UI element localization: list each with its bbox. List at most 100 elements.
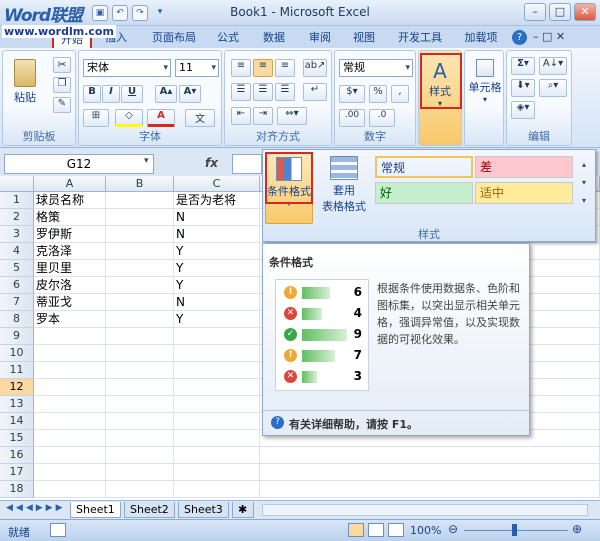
cell[interactable] (106, 209, 174, 226)
cell[interactable] (260, 481, 600, 498)
tab-review[interactable]: 审阅 (302, 29, 338, 48)
cell-style-bad[interactable]: 差 (475, 156, 573, 178)
cell[interactable]: 罗伊斯 (34, 226, 106, 243)
currency-icon[interactable]: $▾ (339, 85, 365, 103)
format-as-table-button[interactable]: 套用 表格格式 (317, 152, 371, 224)
cell[interactable]: 球员名称 (34, 192, 106, 209)
increase-indent-icon[interactable]: ⇥ (253, 107, 273, 125)
insert-sheet-icon[interactable]: ✱ (232, 502, 254, 518)
cell[interactable]: 皮尔洛 (34, 277, 106, 294)
cell[interactable] (174, 464, 260, 481)
cell[interactable] (174, 447, 260, 464)
cell[interactable] (34, 396, 106, 413)
cell-style-normal[interactable]: 常规 (375, 156, 473, 178)
cell[interactable] (34, 362, 106, 379)
row-header[interactable]: 17 (0, 464, 34, 481)
align-center-icon[interactable]: ☰ (253, 83, 273, 101)
zoom-slider-thumb[interactable] (512, 524, 517, 536)
wrap-text-icon[interactable]: ↵ (303, 83, 327, 101)
row-header[interactable]: 8 (0, 311, 34, 328)
borders-icon[interactable]: ⊞ (83, 109, 109, 127)
cell[interactable] (174, 481, 260, 498)
cell[interactable] (106, 226, 174, 243)
align-top-icon[interactable]: ≡ (231, 59, 251, 77)
row-header[interactable]: 9 (0, 328, 34, 345)
maximize-button[interactable]: □ (549, 3, 571, 21)
horizontal-scrollbar[interactable] (262, 504, 588, 516)
cell[interactable]: Y (174, 243, 260, 260)
sheet-nav-arrows[interactable]: ◀◀◀▶▶▶ (6, 503, 66, 513)
tab-page-layout[interactable]: 页面布局 (146, 29, 202, 48)
cell[interactable] (106, 464, 174, 481)
row-header[interactable]: 11 (0, 362, 34, 379)
cell-style-good[interactable]: 好 (375, 182, 473, 204)
row-header[interactable]: 2 (0, 209, 34, 226)
row-header[interactable]: 14 (0, 413, 34, 430)
cell[interactable] (34, 430, 106, 447)
sort-filter-icon[interactable]: A↓▾ (539, 57, 567, 75)
page-layout-view-icon[interactable] (368, 523, 384, 537)
merge-center-icon[interactable]: ⇔▾ (277, 107, 307, 125)
cell[interactable] (174, 430, 260, 447)
cell[interactable] (260, 464, 600, 481)
cell[interactable] (106, 328, 174, 345)
row-header[interactable]: 12 (0, 379, 34, 396)
underline-button[interactable]: U (121, 85, 143, 103)
row-header[interactable]: 5 (0, 260, 34, 277)
cell[interactable] (174, 328, 260, 345)
find-select-icon[interactable]: ⌕▾ (539, 79, 567, 97)
zoom-in-icon[interactable]: ⊕ (572, 522, 582, 536)
cells-button[interactable]: 单元格 ▾ (467, 55, 503, 111)
cell[interactable] (106, 192, 174, 209)
percent-icon[interactable]: % (369, 85, 387, 103)
row-header[interactable]: 13 (0, 396, 34, 413)
shrink-font-icon[interactable]: A▾ (179, 85, 201, 103)
row-header[interactable]: 16 (0, 447, 34, 464)
name-box[interactable]: G12 (4, 154, 154, 174)
row-header[interactable]: 15 (0, 430, 34, 447)
column-header[interactable]: B (106, 176, 174, 192)
page-break-view-icon[interactable] (388, 523, 404, 537)
cell[interactable] (106, 243, 174, 260)
cell[interactable]: 是否为老将 (174, 192, 260, 209)
cell[interactable] (260, 447, 600, 464)
align-bottom-icon[interactable]: ≡ (275, 59, 295, 77)
paste-button[interactable]: 粘贴 (9, 57, 41, 109)
font-name-combo[interactable]: 宋体 (83, 59, 171, 77)
decrease-decimal-icon[interactable]: .0 (369, 109, 395, 127)
tab-data[interactable]: 数据 (256, 29, 292, 48)
align-left-icon[interactable]: ☰ (231, 83, 251, 101)
cell[interactable] (34, 464, 106, 481)
cell[interactable]: 克洛泽 (34, 243, 106, 260)
cell[interactable] (34, 413, 106, 430)
cut-icon[interactable]: ✂ (53, 57, 71, 73)
column-header[interactable]: A (34, 176, 106, 192)
cell[interactable]: 格策 (34, 209, 106, 226)
align-right-icon[interactable]: ☰ (275, 83, 295, 101)
grow-font-icon[interactable]: A▴ (155, 85, 177, 103)
close-button[interactable]: ✕ (574, 3, 596, 21)
cell[interactable] (106, 379, 174, 396)
row-header[interactable]: 7 (0, 294, 34, 311)
italic-button[interactable]: I (102, 85, 120, 103)
clear-icon[interactable]: ◈▾ (511, 101, 535, 119)
fill-icon[interactable]: ⬇▾ (511, 79, 535, 97)
cell[interactable] (174, 362, 260, 379)
cell[interactable] (106, 481, 174, 498)
increase-decimal-icon[interactable]: .00 (339, 109, 365, 127)
name-box-dropdown-icon[interactable]: ▾ (144, 156, 149, 166)
gallery-scroll[interactable]: ▴ ▾ ▾ (577, 156, 591, 214)
cell[interactable]: 蒂亚戈 (34, 294, 106, 311)
row-header[interactable]: 1 (0, 192, 34, 209)
cell[interactable]: Y (174, 311, 260, 328)
phonetic-icon[interactable]: 文 (185, 109, 215, 127)
tab-developer[interactable]: 开发工具 (392, 29, 448, 48)
cell[interactable] (106, 345, 174, 362)
copy-icon[interactable]: ❐ (53, 77, 71, 93)
cell[interactable] (106, 311, 174, 328)
cell[interactable]: Y (174, 277, 260, 294)
bold-button[interactable]: B (83, 85, 101, 103)
cell[interactable] (34, 379, 106, 396)
cell[interactable] (174, 345, 260, 362)
cell[interactable] (106, 396, 174, 413)
